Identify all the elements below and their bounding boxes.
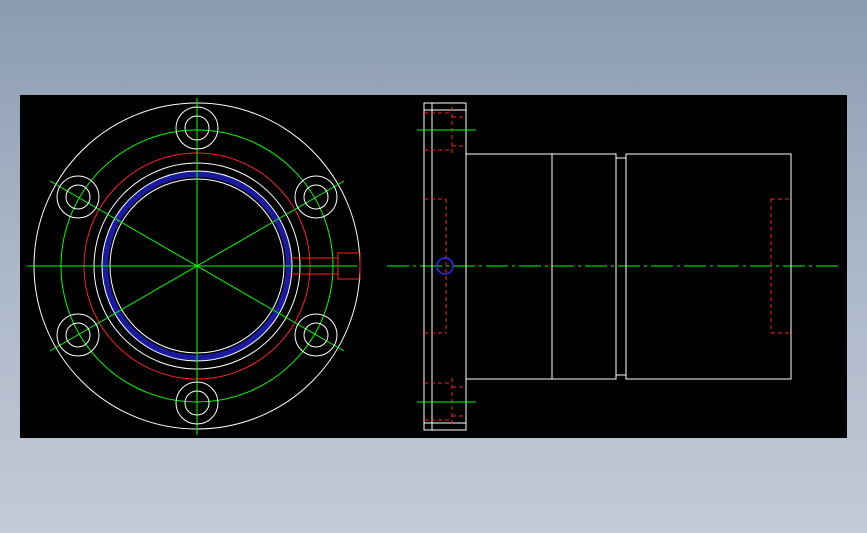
cad-drawing xyxy=(27,98,840,435)
flange-bolt-hidden-top xyxy=(424,107,466,155)
cad-viewport[interactable] xyxy=(20,95,847,438)
front-view xyxy=(27,98,361,435)
side-view xyxy=(387,102,840,431)
